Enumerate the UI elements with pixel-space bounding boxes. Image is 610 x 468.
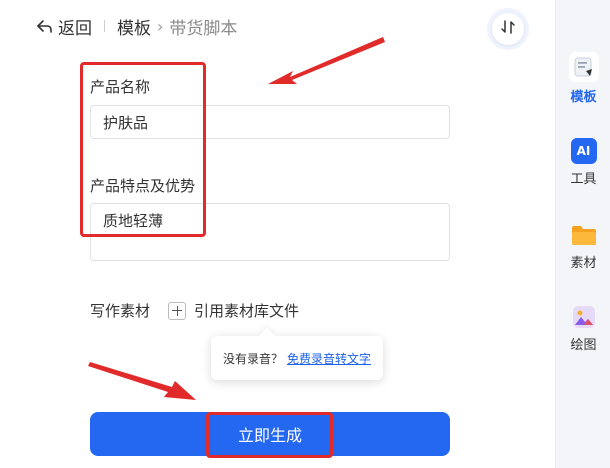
image-icon <box>571 304 597 330</box>
material-row: 写作素材 引用素材库文件 <box>90 300 299 321</box>
sidebar-label-materials: 素材 <box>570 256 597 271</box>
sidebar-label-drawing: 绘图 <box>570 338 597 353</box>
swap-order-button[interactable] <box>487 8 529 50</box>
material-label: 写作素材 <box>90 302 151 320</box>
sidebar-item-materials[interactable]: 素材 <box>556 222 610 271</box>
sidebar-item-tools[interactable]: AI 工具 <box>556 138 610 187</box>
annotation-arrow-top <box>268 37 385 84</box>
ai-badge-text: AI <box>576 144 591 158</box>
product-name-value: 护肤品 <box>103 113 149 132</box>
folder-icon <box>571 222 597 248</box>
product-features-textarea[interactable]: 质地轻薄 <box>90 203 450 261</box>
plus-icon <box>168 301 187 320</box>
header-divider <box>104 20 105 32</box>
breadcrumb-current: 带货脚本 <box>169 18 238 39</box>
generate-button[interactable]: 立即生成 <box>90 412 450 456</box>
sidebar-item-template[interactable]: 模板 <box>556 52 610 105</box>
back-button[interactable]: 返回 <box>36 14 92 39</box>
ai-tool-icon: AI <box>570 138 597 164</box>
template-icon <box>568 52 599 82</box>
tooltip-text: 没有录音？ <box>223 351 284 366</box>
annotation-arrow-bottom <box>88 362 196 400</box>
right-sidebar: 模板 AI 工具 素材 绘图 <box>555 0 610 468</box>
add-material-label: 引用素材库文件 <box>194 302 300 320</box>
product-name-label: 产品名称 <box>90 78 151 96</box>
header-bar: 返回 模板 › 带货脚本 <box>36 12 237 40</box>
back-label: 返回 <box>58 18 92 39</box>
breadcrumb-root[interactable]: 模板 <box>117 14 151 39</box>
product-name-input[interactable]: 护肤品 <box>90 105 450 139</box>
product-features-value: 质地轻薄 <box>103 212 164 230</box>
swap-arrows-icon <box>500 19 516 39</box>
sidebar-item-drawing[interactable]: 绘图 <box>556 304 610 353</box>
breadcrumb-separator: › <box>157 16 164 36</box>
add-material-button[interactable]: 引用素材库文件 <box>168 300 299 321</box>
tooltip-link[interactable]: 免费录音转文字 <box>287 350 371 367</box>
sidebar-label-template: 模板 <box>570 90 597 105</box>
recording-tooltip: 没有录音？ 免费录音转文字 <box>211 336 384 380</box>
back-arrow-icon <box>36 17 54 35</box>
product-features-label: 产品特点及优势 <box>90 177 196 195</box>
generate-button-label: 立即生成 <box>237 426 302 445</box>
main-panel: 返回 模板 › 带货脚本 产品名称 护肤品 产品特点及优势 质地轻薄 写作素材 … <box>0 0 555 468</box>
sidebar-label-tools: 工具 <box>570 172 597 187</box>
